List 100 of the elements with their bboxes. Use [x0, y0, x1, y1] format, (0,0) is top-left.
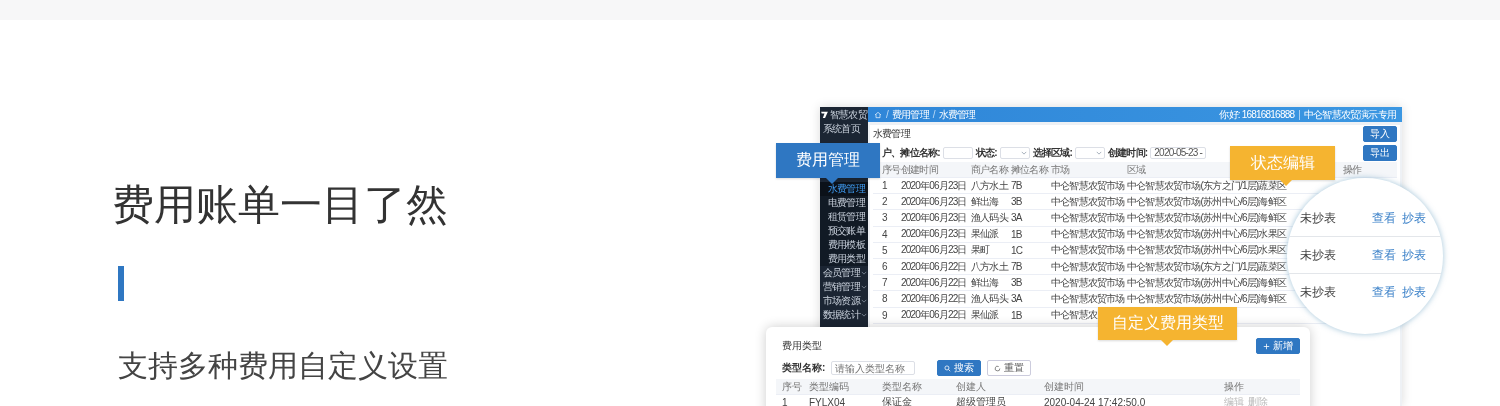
table-cell: 8	[873, 291, 901, 308]
action-link[interactable]: 查看	[1372, 246, 1396, 264]
table-cell: 中仑智慧农贸市场	[1051, 258, 1127, 276]
table-cell: 2020年06月23日	[901, 210, 971, 227]
table-cell: 5	[873, 242, 901, 259]
sidebar-subitem[interactable]: 费用模板	[820, 238, 868, 252]
action-link[interactable]: 抄表	[1402, 246, 1426, 264]
action-link[interactable]: 查看	[1372, 209, 1396, 227]
import-button[interactable]: 导入	[1363, 126, 1397, 142]
filter-label: 状态:	[975, 145, 997, 160]
action-link[interactable]: 抄表	[1402, 209, 1426, 227]
sidebar-item[interactable]: 营销管理	[823, 280, 860, 294]
table-cell: FYLX04	[803, 395, 876, 406]
table-cell: 1	[776, 395, 803, 406]
table-cell: 中仑智慧农贸市场	[1051, 178, 1127, 195]
breadcrumb-item[interactable]: 水费管理	[938, 107, 976, 122]
table-cell: 鲜出海	[971, 194, 1011, 211]
table-cell: 保证金	[876, 395, 950, 406]
table-cell: 果町	[971, 242, 1011, 259]
sidebar-item[interactable]: 会员管理	[823, 266, 860, 280]
home-icon[interactable]	[874, 110, 882, 119]
sidebar-item[interactable]: 系统首页	[823, 122, 860, 136]
column-header: 操作	[1218, 379, 1300, 395]
sidebar-item[interactable]: 市场资源	[823, 294, 860, 308]
table-cell: 7B	[1011, 258, 1051, 276]
table-cell: 1C	[1011, 242, 1051, 259]
search-field[interactable]	[942, 146, 973, 159]
date-range-field[interactable]: 2020-05-23 -	[1150, 146, 1207, 159]
table-cell: 2020-04-24 17:42:50.0	[1038, 395, 1218, 406]
sidebar-item[interactable]: 数据统计	[823, 308, 860, 322]
table-cell: 7	[873, 275, 901, 292]
header-text: 你好: 16816816888	[1219, 107, 1295, 122]
pointer-icon	[826, 178, 838, 184]
page-title: 水费管理	[873, 127, 910, 141]
search-button[interactable]: 搜索	[937, 360, 982, 376]
breadcrumb-item[interactable]: 费用管理	[892, 107, 929, 122]
table-cell: 八方水土	[971, 258, 1011, 276]
chevron-down-icon	[861, 312, 867, 318]
table-cell: 渔人码头	[971, 291, 1011, 308]
column-header: 创建人	[950, 379, 1038, 395]
headline: 费用账单一目了然	[112, 179, 449, 231]
logo-text: 智慧农贸	[830, 107, 867, 122]
column-header: 操作	[1343, 162, 1397, 178]
pointer-icon	[1161, 340, 1173, 346]
filter-label: 类型名称:	[782, 361, 826, 375]
filter-label: 选择区域:	[1032, 145, 1072, 160]
subheading: 支持多种费用自定义设置	[118, 347, 449, 385]
action-link[interactable]: 抄表	[1402, 283, 1426, 301]
table-cell: 果仙派	[971, 226, 1011, 243]
table-cell: 3A	[1011, 291, 1051, 308]
search-icon	[944, 364, 952, 372]
table-cell: 2020年06月23日	[901, 226, 971, 243]
table-cell: 中仑智慧农贸市场	[1051, 194, 1127, 211]
chevron-down-icon	[861, 298, 867, 304]
table-cell: 2	[873, 194, 901, 211]
callout-label: 自定义费用类型	[1098, 307, 1237, 340]
add-button[interactable]: 新增	[1256, 338, 1300, 354]
sidebar-subitem[interactable]: 电费管理	[820, 196, 868, 210]
table-cell: 2020年06月22日	[901, 275, 971, 292]
table-cell: 4	[873, 226, 901, 243]
table-cell: 1B	[1011, 307, 1051, 324]
column-header: 类型名称	[876, 379, 950, 395]
column-header: 摊位名称	[1011, 162, 1051, 178]
table-cell: 渔人码头	[971, 210, 1011, 227]
sidebar-subitem[interactable]: 水费管理	[820, 182, 868, 196]
table-cell: 6	[873, 258, 901, 276]
filter-label: 创建时间:	[1108, 145, 1148, 160]
header-separator: |	[1298, 109, 1300, 120]
refresh-icon	[994, 364, 1002, 372]
action-link[interactable]: 查看	[1372, 283, 1396, 301]
export-button[interactable]: 导出	[1363, 144, 1397, 161]
sidebar-subitem[interactable]: 预交账单	[820, 224, 868, 238]
column-header: 类型编码	[803, 379, 876, 395]
logo-icon	[820, 110, 829, 119]
callout-label: 状态编辑	[1230, 146, 1335, 180]
plus-icon	[1263, 342, 1270, 350]
callout-label: 费用管理	[776, 143, 880, 178]
select-field[interactable]	[1075, 146, 1105, 159]
chevron-down-icon	[1020, 149, 1027, 156]
breadcrumb-separator: /	[886, 109, 888, 120]
table-cell: 中仑智慧农贸市场	[1051, 210, 1127, 227]
table-cell: 果仙派	[971, 307, 1011, 324]
column-header: 创建时间	[1038, 379, 1218, 395]
table-cell: 3B	[1011, 275, 1051, 292]
column-header: 商户名称	[971, 162, 1011, 178]
sidebar-subitem[interactable]: 租赁管理	[820, 210, 868, 224]
reset-button[interactable]: 重置	[987, 360, 1032, 376]
column-header: 市场	[1051, 162, 1127, 178]
breadcrumb-separator: /	[932, 109, 935, 120]
table-cell: 八方水土	[971, 178, 1011, 195]
table-cell: 3B	[1011, 194, 1051, 211]
search-field[interactable]: 请输入类型名称	[831, 361, 916, 375]
table-cell: 2020年06月22日	[901, 307, 971, 324]
table-cell: 9	[873, 307, 901, 324]
sidebar-subitem[interactable]: 费用类型	[820, 252, 868, 266]
chevron-down-icon	[861, 284, 867, 290]
table-cell: 3	[873, 210, 901, 227]
table-cell: 超级管理员	[950, 395, 1038, 406]
table-cell: 2020年06月23日	[901, 194, 971, 211]
select-field[interactable]	[999, 146, 1030, 159]
